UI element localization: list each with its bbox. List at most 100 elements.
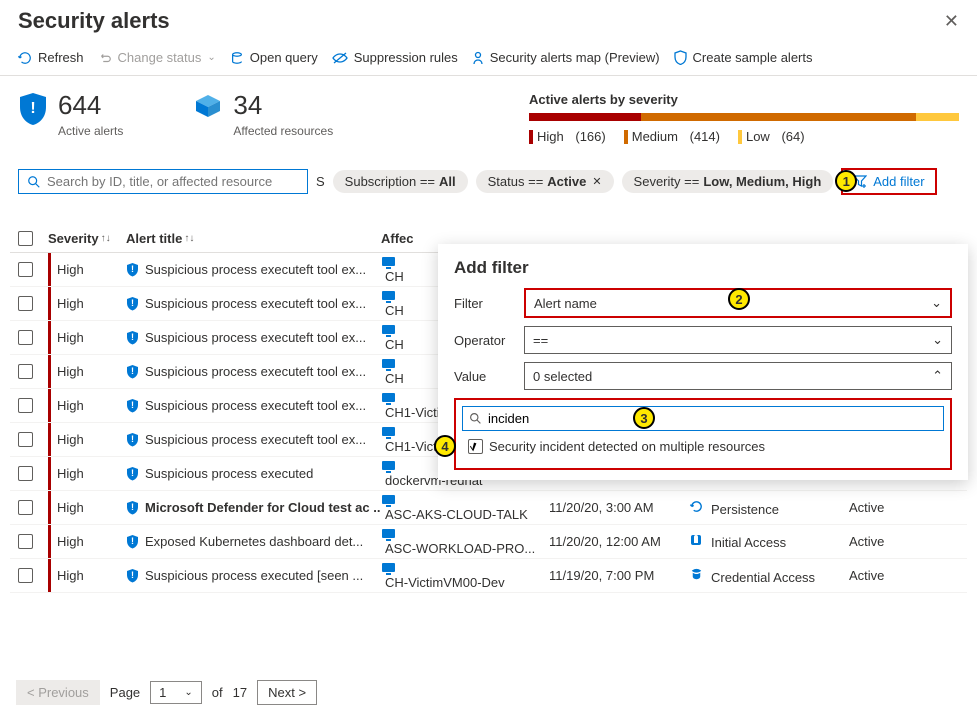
row-checkbox[interactable] xyxy=(18,364,33,379)
map-label: Security alerts map (Preview) xyxy=(490,50,660,65)
chevron-down-icon: ⌄ xyxy=(184,687,192,698)
shield-icon: ! xyxy=(126,296,139,311)
search-input[interactable] xyxy=(18,169,308,194)
col-severity[interactable]: Severity↑↓ xyxy=(48,231,126,246)
toolbar: Refresh Change status ⌄ Open query Suppr… xyxy=(0,38,977,76)
page-label: Page xyxy=(110,685,140,700)
chevron-up-icon: ⌃ xyxy=(932,368,943,384)
filter-select[interactable]: Alert name ⌄ 2 xyxy=(524,288,952,318)
active-label: Active alerts xyxy=(58,124,123,138)
operator-select[interactable]: == ⌄ xyxy=(524,326,952,354)
table-row[interactable]: High ! Suspicious process executed [seen… xyxy=(10,559,967,593)
resources-label: Affected resources xyxy=(233,124,333,138)
filter-subscription[interactable]: Subscription == All xyxy=(333,170,468,193)
map-button[interactable]: Security alerts map (Preview) xyxy=(472,50,660,65)
cell-severity: High xyxy=(48,287,126,320)
row-checkbox[interactable] xyxy=(18,262,33,277)
cell-title: ! Suspicious process executeft tool ex..… xyxy=(126,330,381,345)
next-button[interactable]: Next > xyxy=(257,680,317,705)
value-option[interactable]: 4 Security incident detected on multiple… xyxy=(462,431,944,462)
value-select[interactable]: 0 selected ⌃ xyxy=(524,362,952,390)
cell-title: ! Suspicious process executed [seen ... xyxy=(126,568,381,583)
cell-severity: High xyxy=(48,457,126,490)
cell-severity: High xyxy=(48,491,126,524)
of-label: of xyxy=(212,685,223,700)
svg-text:!: ! xyxy=(131,502,134,512)
shield-icon: ! xyxy=(126,466,139,481)
cell-severity: High xyxy=(48,321,126,354)
table-row[interactable]: High ! Exposed Kubernetes dashboard det.… xyxy=(10,525,967,559)
cell-tactic: Credential Access xyxy=(689,567,849,585)
table-row[interactable]: High ! Microsoft Defender for Cloud test… xyxy=(10,491,967,525)
cell-resource: CH-VictimVM00-Dev xyxy=(381,562,549,590)
page-title: Security alerts xyxy=(18,8,170,34)
user-pin-icon xyxy=(472,51,484,65)
col-title[interactable]: Alert title↑↓ xyxy=(126,231,381,246)
cell-time: 11/20/20, 3:00 AM xyxy=(549,500,689,515)
svg-text:!: ! xyxy=(131,298,134,308)
row-checkbox[interactable] xyxy=(18,500,33,515)
row-checkbox[interactable] xyxy=(18,568,33,583)
filter-severity[interactable]: Severity == Low, Medium, High 1 xyxy=(622,170,834,193)
total-pages: 17 xyxy=(233,685,247,700)
value-search[interactable]: 3 xyxy=(462,406,944,431)
prev-button[interactable]: < Previous xyxy=(16,680,100,705)
cell-title: ! Suspicious process executeft tool ex..… xyxy=(126,398,381,413)
sev-low: Low (64) xyxy=(738,129,805,144)
open-query-button[interactable]: Open query xyxy=(230,50,318,65)
refresh-icon xyxy=(18,51,32,65)
row-checkbox[interactable] xyxy=(18,534,33,549)
option-checkbox[interactable] xyxy=(468,439,483,454)
change-status-button[interactable]: Change status ⌄ xyxy=(98,50,216,65)
chevron-down-icon: ⌄ xyxy=(931,295,942,311)
search-field[interactable] xyxy=(47,174,299,189)
severity-title: Active alerts by severity xyxy=(529,92,959,107)
search-icon xyxy=(469,412,482,425)
value-search-field[interactable] xyxy=(488,411,937,426)
chevron-down-icon: ⌄ xyxy=(932,332,943,348)
svg-text:!: ! xyxy=(30,100,35,117)
svg-text:!: ! xyxy=(131,332,134,342)
select-all-checkbox[interactable] xyxy=(18,231,33,246)
sample-label: Create sample alerts xyxy=(693,50,813,65)
row-checkbox[interactable] xyxy=(18,466,33,481)
cell-status: Active xyxy=(849,534,909,549)
add-filter-label: Add filter xyxy=(873,174,924,189)
cut-s: S xyxy=(316,174,325,189)
close-icon[interactable]: ✕ xyxy=(944,11,959,32)
refresh-button[interactable]: Refresh xyxy=(18,50,84,65)
operator-label: Operator xyxy=(454,333,514,348)
query-icon xyxy=(230,51,244,65)
search-icon xyxy=(27,175,41,189)
cell-title: ! Suspicious process executeft tool ex..… xyxy=(126,262,381,277)
cell-severity: High xyxy=(48,559,126,592)
suppression-button[interactable]: Suppression rules xyxy=(332,50,458,65)
cell-status: Active xyxy=(849,500,909,515)
cell-time: 11/19/20, 7:00 PM xyxy=(549,568,689,583)
cell-resource: ASC-WORKLOAD-PRO... xyxy=(381,528,549,556)
row-checkbox[interactable] xyxy=(18,330,33,345)
callout-4: 4 xyxy=(434,435,456,457)
cell-title: ! Microsoft Defender for Cloud test ac .… xyxy=(126,500,381,515)
cell-title: ! Suspicious process executed xyxy=(126,466,381,481)
summary-row: ! 644 Active alerts 34 Affected resource… xyxy=(0,76,977,150)
row-checkbox[interactable] xyxy=(18,296,33,311)
page-select[interactable]: 1⌄ xyxy=(150,681,202,704)
open-query-label: Open query xyxy=(250,50,318,65)
row-checkbox[interactable] xyxy=(18,398,33,413)
shield-icon: ! xyxy=(126,398,139,413)
value-label: Value xyxy=(454,369,514,384)
shield-icon: ! xyxy=(126,364,139,379)
value-dropdown: 3 4 Security incident detected on multip… xyxy=(454,398,952,470)
row-checkbox[interactable] xyxy=(18,432,33,447)
shield-icon xyxy=(674,50,687,65)
svg-text:!: ! xyxy=(131,536,134,546)
callout-2: 2 xyxy=(728,288,750,310)
tactic-icon xyxy=(689,567,705,582)
pagination: < Previous Page 1⌄ of 17 Next > xyxy=(16,680,317,705)
filter-status[interactable]: Status == Active✕ xyxy=(476,170,614,193)
sev-medium: Medium (414) xyxy=(624,129,720,144)
close-icon[interactable]: ✕ xyxy=(592,175,601,188)
sample-alerts-button[interactable]: Create sample alerts xyxy=(674,50,813,65)
cell-severity: High xyxy=(48,355,126,388)
